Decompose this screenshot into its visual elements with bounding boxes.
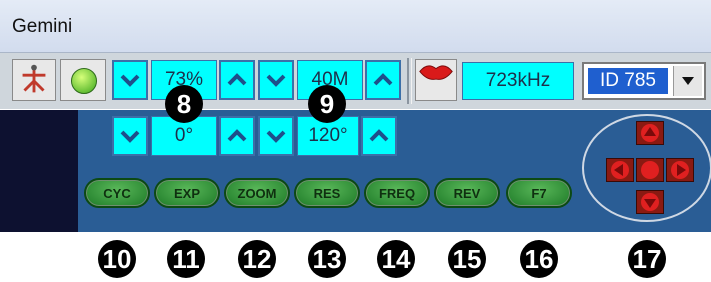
chevron-down-icon[interactable]	[673, 66, 702, 96]
callout-badge-11: 11	[167, 240, 205, 278]
id-select[interactable]: ID 785	[582, 62, 706, 100]
callout-badge-14: 14	[377, 240, 415, 278]
callout-badge-16: 16	[520, 240, 558, 278]
range-decrease-button[interactable]	[258, 60, 294, 100]
arrow-down-icon	[641, 193, 659, 211]
sonar-view-strip	[0, 110, 78, 232]
tilt-increase-button[interactable]	[219, 116, 255, 156]
transducer-icon[interactable]	[12, 59, 56, 101]
chevron-up-icon	[373, 73, 393, 86]
rev-button[interactable]: REV	[434, 178, 500, 208]
transducer-glyph	[22, 64, 46, 93]
pan-left-button[interactable]	[606, 158, 634, 182]
gain-increase-button[interactable]	[219, 60, 255, 100]
callout-badge-8: 8	[165, 85, 203, 123]
callout-badge-17: 17	[628, 240, 666, 278]
window-titlebar: Gemini	[0, 0, 711, 53]
arrow-left-icon	[611, 161, 629, 179]
pan-right-button[interactable]	[666, 158, 694, 182]
chevron-up-icon	[369, 129, 389, 142]
res-button[interactable]: RES	[294, 178, 360, 208]
chevron-up-icon	[227, 129, 247, 142]
range-increase-button[interactable]	[365, 60, 401, 100]
cyc-button[interactable]: CYC	[84, 178, 150, 208]
callout-badge-9: 9	[308, 85, 346, 123]
f7-button[interactable]: F7	[506, 178, 572, 208]
arrow-up-icon	[641, 124, 659, 142]
aperture-increase-button[interactable]	[361, 116, 397, 156]
chevron-up-icon	[227, 73, 247, 86]
callout-badge-15: 15	[448, 240, 486, 278]
chevron-down-icon	[120, 74, 140, 87]
window-title: Gemini	[12, 16, 73, 37]
pan-up-button[interactable]	[636, 121, 664, 145]
frequency-readout: 723kHz	[462, 62, 574, 100]
sonar-lips-icon[interactable]	[415, 59, 457, 101]
tilt-decrease-button[interactable]	[112, 116, 148, 156]
gain-decrease-button[interactable]	[112, 60, 148, 100]
zoom-button[interactable]: ZOOM	[224, 178, 290, 208]
freq-button[interactable]: FREQ	[364, 178, 430, 208]
chevron-down-icon	[266, 130, 286, 143]
id-select-value: ID 785	[588, 68, 668, 94]
pan-center-button[interactable]	[636, 158, 664, 182]
chevron-down-icon	[266, 74, 286, 87]
pan-down-button[interactable]	[636, 190, 664, 214]
status-led	[71, 68, 97, 94]
arrow-right-icon	[671, 161, 689, 179]
lips-glyph	[419, 65, 453, 80]
toolbar-divider	[407, 58, 409, 104]
status-led-icon[interactable]	[60, 59, 106, 101]
exp-button[interactable]: EXP	[154, 178, 220, 208]
callout-badge-13: 13	[308, 240, 346, 278]
callout-badge-12: 12	[238, 240, 276, 278]
callout-badge-10: 10	[98, 240, 136, 278]
aperture-decrease-button[interactable]	[258, 116, 294, 156]
center-dot-icon	[641, 161, 659, 179]
chevron-down-icon	[120, 130, 140, 143]
toolbar-divider-highlight	[411, 58, 412, 104]
